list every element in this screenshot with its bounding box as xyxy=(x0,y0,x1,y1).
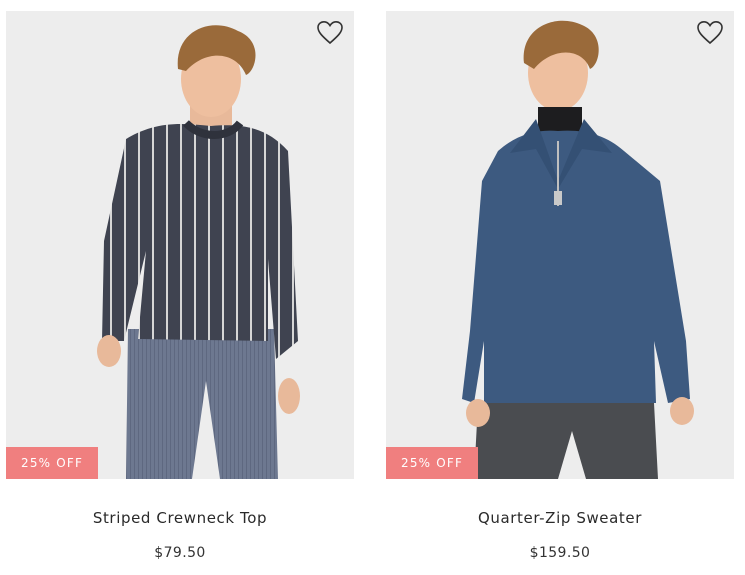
product-image[interactable]: 25% OFF xyxy=(6,11,354,479)
product-name[interactable]: Quarter-Zip Sweater xyxy=(386,509,734,527)
discount-badge: 25% OFF xyxy=(6,447,99,479)
product-card-striped-crewneck[interactable]: 25% OFF Striped Crewneck Top $79.50 xyxy=(6,11,354,561)
product-card-quarter-zip[interactable]: 25% OFF Quarter-Zip Sweater $159.50 xyxy=(386,11,734,561)
product-price: $159.50 xyxy=(529,545,591,561)
discount-badge: 25% OFF xyxy=(386,447,479,479)
product-image[interactable]: 25% OFF xyxy=(386,11,734,479)
product-price: $79.50 xyxy=(154,545,206,561)
model-photo-striped-top xyxy=(97,25,300,479)
product-name[interactable]: Striped Crewneck Top xyxy=(6,509,354,527)
wishlist-heart-icon[interactable] xyxy=(696,20,724,46)
model-photo-quarter-zip xyxy=(462,20,694,479)
wishlist-heart-icon[interactable] xyxy=(316,20,344,46)
